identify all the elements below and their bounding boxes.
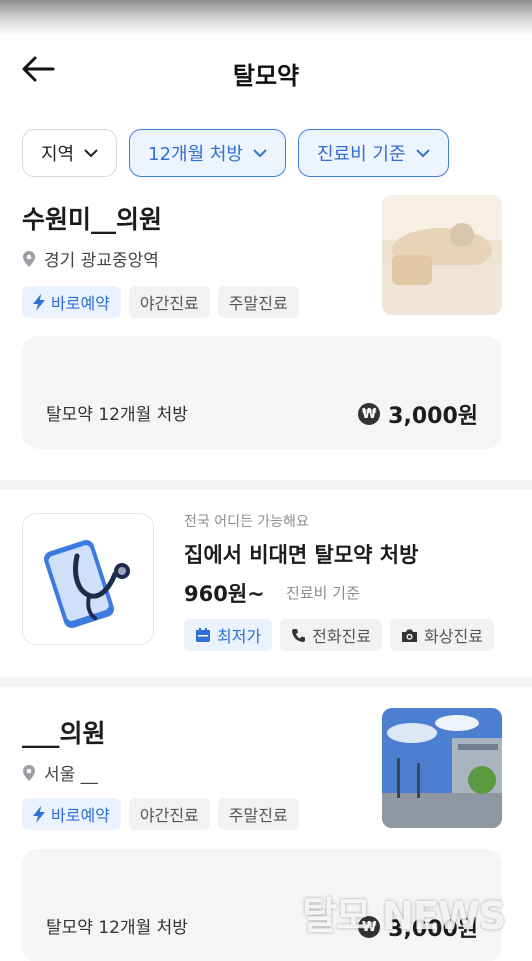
tag-weekend: 주말진료 <box>217 798 299 830</box>
tag-instant-booking: 바로예약 <box>22 798 121 830</box>
lightning-icon <box>33 805 45 823</box>
clinic-thumbnail <box>382 708 502 828</box>
tag-night: 야간진료 <box>128 798 210 830</box>
clinic-location-text: 서울 __ <box>44 765 98 785</box>
tag-label: 주말진료 <box>228 806 288 825</box>
watermark-logo: 탈모 NEWS <box>302 894 506 938</box>
clinic-location: 서울 __ <box>22 760 98 785</box>
tag-label: 야간진료 <box>139 806 199 825</box>
clinic-tags: 바로예약 야간진료 주말진료 <box>22 798 299 830</box>
clinic-card[interactable]: ___의원 서울 __ 바로예약 야간진료 주말진료 탈모약 12개월 처방 ₩… <box>0 0 532 961</box>
tag-label: 바로예약 <box>51 806 110 825</box>
clinic-name: ___의원 <box>22 719 106 748</box>
price-label: 탈모약 12개월 처방 <box>46 918 188 938</box>
location-pin-icon <box>23 764 35 781</box>
